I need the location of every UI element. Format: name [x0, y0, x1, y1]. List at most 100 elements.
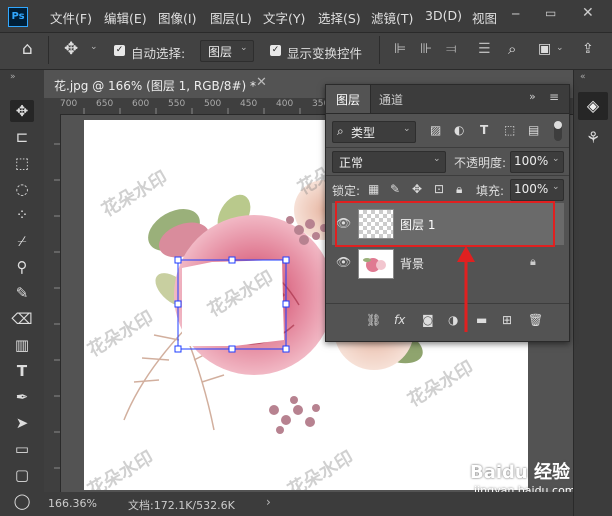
align-top-icon[interactable]: ☰ [478, 41, 491, 57]
fill-value: 100% [514, 182, 549, 196]
tab-layers[interactable]: 图层 [326, 85, 371, 113]
photoshop-logo-icon[interactable]: Ps [8, 7, 28, 27]
auto-select-dropdown[interactable]: 图层 ⌄ [200, 40, 254, 62]
lock-position-icon[interactable]: ✥ [412, 182, 422, 196]
menu-bar: Ps 文件(F) 编辑(E) 图像(I) 图层(L) 文字(Y) 选择(S) 滤… [0, 0, 612, 33]
crop-tool-icon[interactable]: ⌿ [10, 230, 34, 252]
gradient-tool-icon[interactable]: ▥ [10, 334, 34, 356]
ruler-label: 450 [240, 99, 258, 109]
show-transform-checkbox[interactable]: ✓ [270, 45, 281, 56]
blend-mode-value: 正常 [339, 156, 364, 170]
share-icon[interactable]: ⇪ [582, 41, 594, 57]
restore-button[interactable]: ▭ [545, 6, 556, 20]
eraser-tool-icon[interactable]: ⌫ [10, 308, 34, 330]
menu-type[interactable]: 文字(Y) [263, 8, 305, 27]
search-icon: ⌕ [337, 124, 344, 138]
filter-pixel-icon[interactable]: ▨ [430, 123, 441, 137]
collapse-dock-icon[interactable]: « [580, 72, 586, 82]
menu-select[interactable]: 选择(S) [318, 8, 361, 27]
separator [326, 175, 569, 176]
tools-panel: » ✥ ⊏ ⬚ ◌ ⁘ ⌿ ⚲ ✎ ⌫ ▥ T ✒ ➤ ▭ ▢ ◯ [0, 70, 45, 516]
annotation-highlight-box [335, 201, 555, 247]
chevron-down-icon[interactable]: ⌄ [90, 42, 98, 52]
separator [326, 303, 569, 304]
ruler-label: 550 [168, 99, 186, 109]
lock-all-icon[interactable]: 🔒︎ [456, 182, 462, 197]
path-select-tool-icon[interactable]: ➤ [10, 412, 34, 434]
quick-select-tool-icon[interactable]: ⁘ [10, 204, 34, 226]
new-layer-icon[interactable]: ⊞ [502, 313, 512, 327]
separator [379, 36, 380, 64]
filter-toggle[interactable] [554, 121, 562, 141]
opacity-field[interactable]: 100% ⌄ [510, 151, 564, 173]
pen-tool-icon[interactable]: ✒ [10, 386, 34, 408]
zoom-level[interactable]: 166.36% [48, 497, 97, 510]
channels-panel-icon[interactable]: ⚘ [578, 124, 608, 152]
menu-image[interactable]: 图像(I) [158, 8, 196, 27]
fx-icon[interactable]: fx [394, 313, 405, 327]
chevron-down-icon[interactable]: ⌄ [556, 43, 564, 53]
rectangle-tool-icon[interactable]: ▭ [10, 438, 34, 460]
link-layers-icon[interactable]: ⛓︎ [366, 313, 381, 327]
workspace-icon[interactable]: ▣ [538, 41, 551, 57]
filter-smart-object-icon[interactable]: ▤ [528, 123, 539, 137]
panel-menu-icon[interactable]: ≡ [549, 90, 559, 104]
filter-adjustment-icon[interactable]: ◐ [454, 123, 464, 137]
close-tab-icon[interactable]: ✕ [256, 75, 267, 90]
hand-tool-icon[interactable]: ▢ [10, 464, 34, 486]
layer-row-background[interactable]: 👁︎ 背景 🔒︎ [332, 247, 564, 279]
layer-filter-dropdown[interactable]: ⌕ 类型 ⌄ [332, 121, 416, 143]
options-bar: ⌂ ✥ ⌄ ✓ 自动选择: 图层 ⌄ ✓ 显示变换控件 ⊫ ⊪ ⫤ ☰ ⌕ ▣ … [0, 33, 612, 70]
document-tab[interactable]: 花.jpg @ 166% (图层 1, RGB/8#) * ✕ [44, 70, 274, 98]
blend-mode-dropdown[interactable]: 正常 ⌄ [332, 151, 446, 173]
delete-layer-icon[interactable]: 🗑︎ [528, 313, 543, 327]
chevron-down-icon: ⌄ [403, 124, 411, 134]
document-size: 文档:172.1K/532.6K [128, 499, 235, 512]
align-center-icon[interactable]: ⊪ [420, 41, 432, 57]
fill-label: 填充: [476, 184, 505, 198]
menu-file[interactable]: 文件(F) [50, 8, 92, 27]
ruler-label: 400 [276, 99, 294, 109]
align-left-icon[interactable]: ⊫ [394, 41, 406, 57]
tab-channels[interactable]: 通道 [379, 91, 403, 108]
lock-artboard-icon[interactable]: ⊡ [434, 182, 444, 196]
ruler-label: 650 [96, 99, 114, 109]
artboard-tool-icon[interactable]: ⊏ [10, 126, 34, 148]
lock-transparent-icon[interactable]: ▦ [368, 182, 379, 196]
minimize-button[interactable]: ─ [512, 7, 519, 21]
eyedropper-tool-icon[interactable]: ⚲ [10, 256, 34, 278]
filter-type-icon[interactable]: T [480, 123, 488, 137]
type-tool-icon[interactable]: T [10, 360, 34, 382]
menu-view[interactable]: 视图 [472, 8, 497, 27]
auto-select-label: 自动选择: [131, 46, 186, 61]
eye-icon[interactable]: 👁︎ [336, 255, 351, 269]
align-right-icon[interactable]: ⫤ [446, 41, 457, 57]
menu-layer[interactable]: 图层(L) [210, 8, 252, 27]
filter-shape-icon[interactable]: ⬚ [504, 123, 515, 137]
marquee-tool-icon[interactable]: ⬚ [10, 152, 34, 174]
lock-icon: 🔒︎ [530, 255, 536, 268]
auto-select-checkbox[interactable]: ✓ [114, 45, 125, 56]
lasso-tool-icon[interactable]: ◌ [10, 178, 34, 200]
menu-filter[interactable]: 滤镜(T) [371, 8, 413, 27]
collapse-panel-icon[interactable]: » [529, 90, 536, 103]
collapse-toolbar-icon[interactable]: » [10, 72, 16, 82]
move-tool-icon[interactable]: ✥ [10, 100, 34, 122]
move-tool-icon[interactable]: ✥ [64, 39, 78, 59]
lock-image-icon[interactable]: ✎ [390, 182, 400, 196]
menu-3d[interactable]: 3D(D) [425, 8, 462, 23]
status-menu-icon[interactable]: › [266, 495, 271, 509]
chevron-down-icon: ⌄ [552, 182, 560, 192]
fill-field[interactable]: 100% ⌄ [510, 179, 564, 201]
brush-tool-icon[interactable]: ✎ [10, 282, 34, 304]
close-button[interactable]: ✕ [582, 5, 594, 21]
home-icon[interactable]: ⌂ [22, 39, 33, 59]
layers-panel-icon[interactable]: ◈ [578, 92, 608, 120]
chevron-down-icon: ⌄ [433, 154, 441, 164]
layer-name[interactable]: 背景 [400, 255, 424, 272]
ruler-label: 600 [132, 99, 150, 109]
search-icon[interactable]: ⌕ [508, 40, 516, 58]
menu-edit[interactable]: 编辑(E) [104, 8, 147, 27]
zoom-tool-icon[interactable]: ◯ [10, 490, 34, 512]
add-mask-icon[interactable]: ◙ [422, 313, 434, 327]
